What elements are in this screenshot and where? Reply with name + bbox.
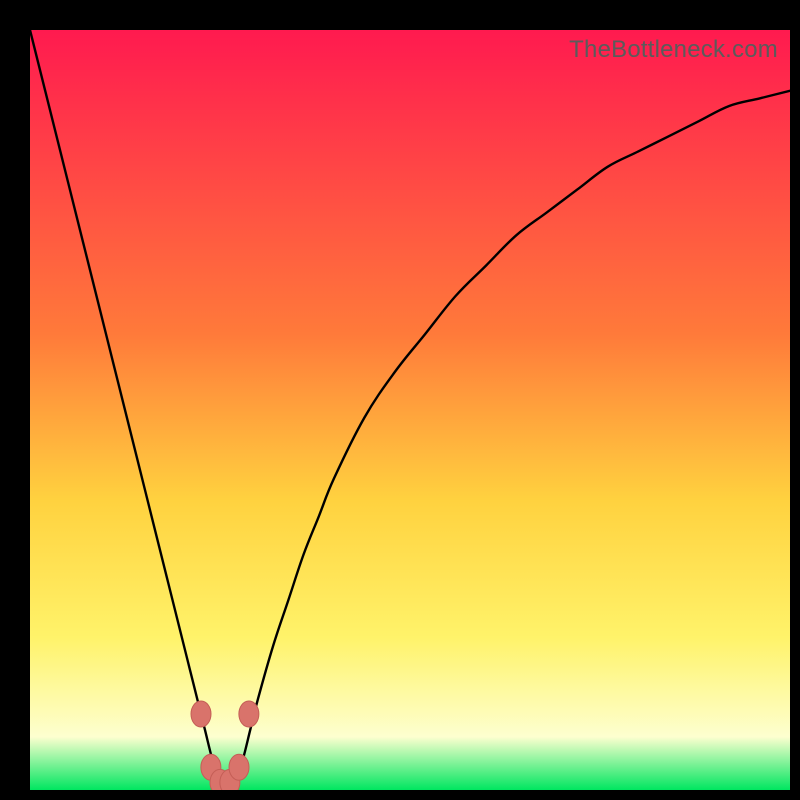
chart-frame: TheBottleneck.com [0, 0, 800, 800]
curve-marker [229, 754, 249, 780]
bottleneck-curve [30, 30, 790, 790]
plot-area: TheBottleneck.com [30, 30, 790, 790]
curve-marker [239, 701, 259, 727]
curve-marker [191, 701, 211, 727]
marker-group [191, 701, 259, 790]
chart-svg [30, 30, 790, 790]
